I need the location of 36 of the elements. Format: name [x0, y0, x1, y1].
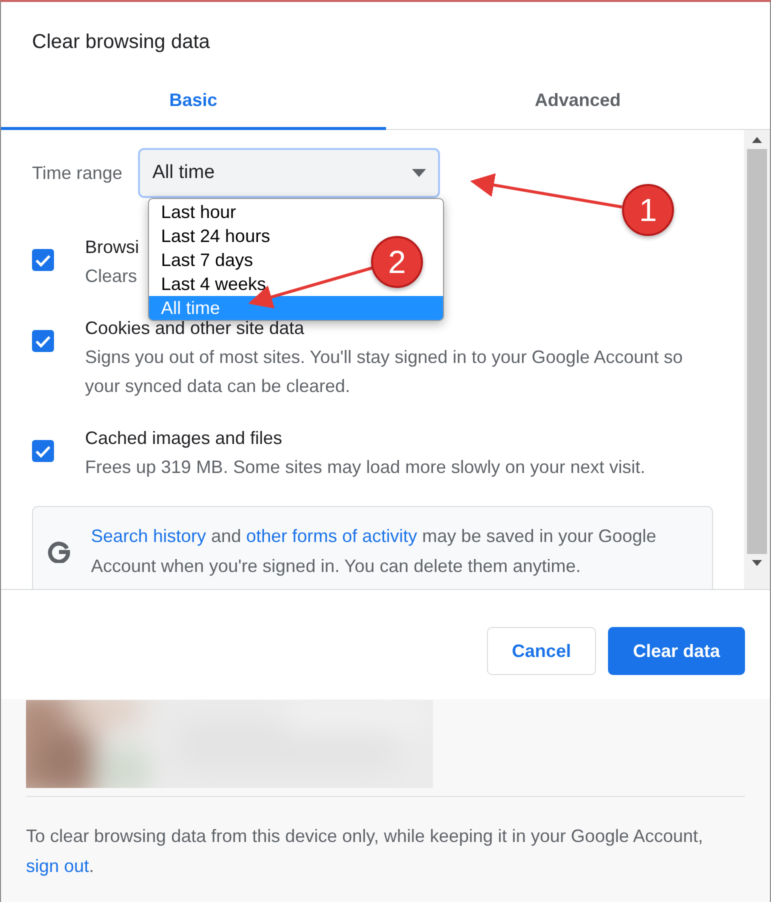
option-description: Clears	[85, 265, 138, 288]
google-g-icon	[47, 539, 71, 563]
checkbox[interactable]	[32, 330, 54, 352]
tab[interactable]: Advanced	[386, 74, 770, 130]
info-text: Search history and other forms of activity may be saved in your Google Account when you're signed in. You can delete them anytime.	[91, 525, 658, 578]
option-title: Cookies and other site data	[85, 317, 306, 340]
field-label: Time range	[32, 162, 122, 185]
scroll-up-arrow-icon[interactable]	[752, 137, 762, 143]
option-title: Browsi	[85, 236, 140, 259]
checkmark-icon	[35, 444, 51, 458]
cancel-button[interactable]: Cancel	[486, 627, 596, 675]
sign-out-text: To clear browsing data from this device only, while keeping it in your Google Account, sign out.	[26, 825, 704, 878]
option-description: Signs you out of most sites. You'll stay signed in to your Google Account so your synced data can be cleared.	[85, 346, 684, 398]
option-title: Cached images and files	[85, 427, 284, 450]
option-description: Frees up 319 MB. Some sites may load more slowly on your next visit.	[85, 456, 646, 479]
dropdown-option[interactable]: All time	[149, 296, 443, 320]
scroll-down-arrow-icon[interactable]	[752, 560, 762, 566]
dropdown-option[interactable]: Last hour	[149, 200, 248, 224]
tab[interactable]: Basic	[1, 74, 386, 130]
callout-number: 1	[622, 184, 674, 236]
checkbox[interactable]	[32, 249, 54, 271]
time-range-select[interactable]: All time	[138, 148, 440, 198]
link[interactable]: other forms of activity	[246, 526, 418, 546]
scrollbar[interactable]	[744, 130, 770, 589]
dropdown-option[interactable]: Last 24 hours	[149, 224, 282, 248]
link[interactable]: sign out	[26, 856, 90, 876]
dialog-title: Clear browsing data	[31, 30, 211, 55]
checkbox[interactable]	[32, 440, 54, 462]
dropdown-caret-icon	[412, 169, 426, 177]
checkmark-icon	[35, 254, 51, 266]
dropdown-option[interactable]: Last 7 days	[149, 248, 266, 272]
link[interactable]: Search history	[91, 526, 206, 546]
dropdown-option[interactable]: Last 4 weeks	[149, 272, 278, 296]
clear-data-button[interactable]: Clear data	[608, 627, 745, 675]
checkmark-icon	[35, 334, 51, 348]
scrollbar-thumb[interactable]	[747, 149, 767, 554]
